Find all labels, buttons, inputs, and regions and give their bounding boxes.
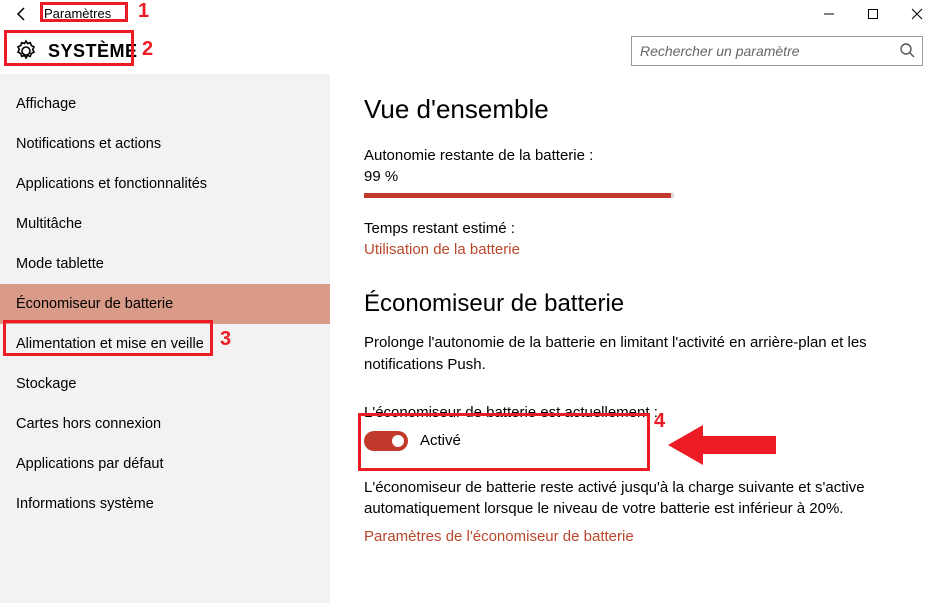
- toggle-row: Activé: [364, 431, 893, 451]
- sidebar: AffichageNotifications et actionsApplica…: [0, 74, 330, 603]
- toggle-block: L'économiseur de batterie est actuelleme…: [364, 398, 899, 463]
- time-remaining-label: Temps restant estimé :: [364, 220, 899, 237]
- saver-description-2: L'économiseur de batterie reste activé j…: [364, 477, 899, 521]
- overview-heading: Vue d'ensemble: [364, 94, 899, 125]
- saver-description: Prolonge l'autonomie de la batterie en l…: [364, 332, 899, 376]
- maximize-icon: [867, 8, 879, 20]
- toggle-label: L'économiseur de batterie est actuelleme…: [364, 404, 893, 421]
- section-title: SYSTÈME: [48, 41, 138, 62]
- search-icon: [899, 42, 915, 58]
- search-input[interactable]: [631, 36, 923, 66]
- saver-heading: Économiseur de batterie: [364, 290, 899, 318]
- minimize-button[interactable]: [807, 0, 851, 28]
- battery-remaining-value: 99 %: [364, 168, 899, 185]
- sidebar-item[interactable]: Applications par défaut: [0, 444, 330, 484]
- sidebar-item[interactable]: Mode tablette: [0, 244, 330, 284]
- sidebar-item[interactable]: Multitâche: [0, 204, 330, 244]
- sidebar-item[interactable]: Applications et fonctionnalités: [0, 164, 330, 204]
- section-heading: SYSTÈME: [8, 35, 148, 67]
- search-wrap: [631, 36, 923, 66]
- toggle-state: Activé: [420, 432, 461, 449]
- sidebar-item[interactable]: Alimentation et mise en veille: [0, 324, 330, 364]
- sidebar-item[interactable]: Affichage: [0, 84, 330, 124]
- saver-settings-link[interactable]: Paramètres de l'économiseur de batterie: [364, 528, 899, 545]
- window-title: Paramètres: [40, 5, 115, 23]
- battery-remaining-label: Autonomie restante de la batterie :: [364, 147, 899, 164]
- battery-progress-fill: [364, 193, 671, 198]
- maximize-button[interactable]: [851, 0, 895, 28]
- sidebar-item[interactable]: Informations système: [0, 484, 330, 524]
- gear-icon: [14, 39, 38, 63]
- sidebar-item[interactable]: Stockage: [0, 364, 330, 404]
- battery-usage-link[interactable]: Utilisation de la batterie: [364, 241, 899, 258]
- battery-saver-toggle[interactable]: [364, 431, 408, 451]
- main: AffichageNotifications et actionsApplica…: [0, 74, 939, 603]
- battery-progress: [364, 193, 674, 198]
- header: SYSTÈME: [0, 28, 939, 74]
- sidebar-item[interactable]: Cartes hors connexion: [0, 404, 330, 444]
- titlebar: Paramètres: [0, 0, 939, 28]
- close-button[interactable]: [895, 0, 939, 28]
- window-controls: [807, 0, 939, 28]
- arrow-left-icon: [14, 6, 30, 22]
- minimize-icon: [823, 8, 835, 20]
- sidebar-item[interactable]: Notifications et actions: [0, 124, 330, 164]
- close-icon: [911, 8, 923, 20]
- back-button[interactable]: [4, 0, 40, 28]
- sidebar-item[interactable]: Économiseur de batterie: [0, 284, 330, 324]
- content: Vue d'ensemble Autonomie restante de la …: [330, 74, 939, 603]
- toggle-knob: [392, 435, 404, 447]
